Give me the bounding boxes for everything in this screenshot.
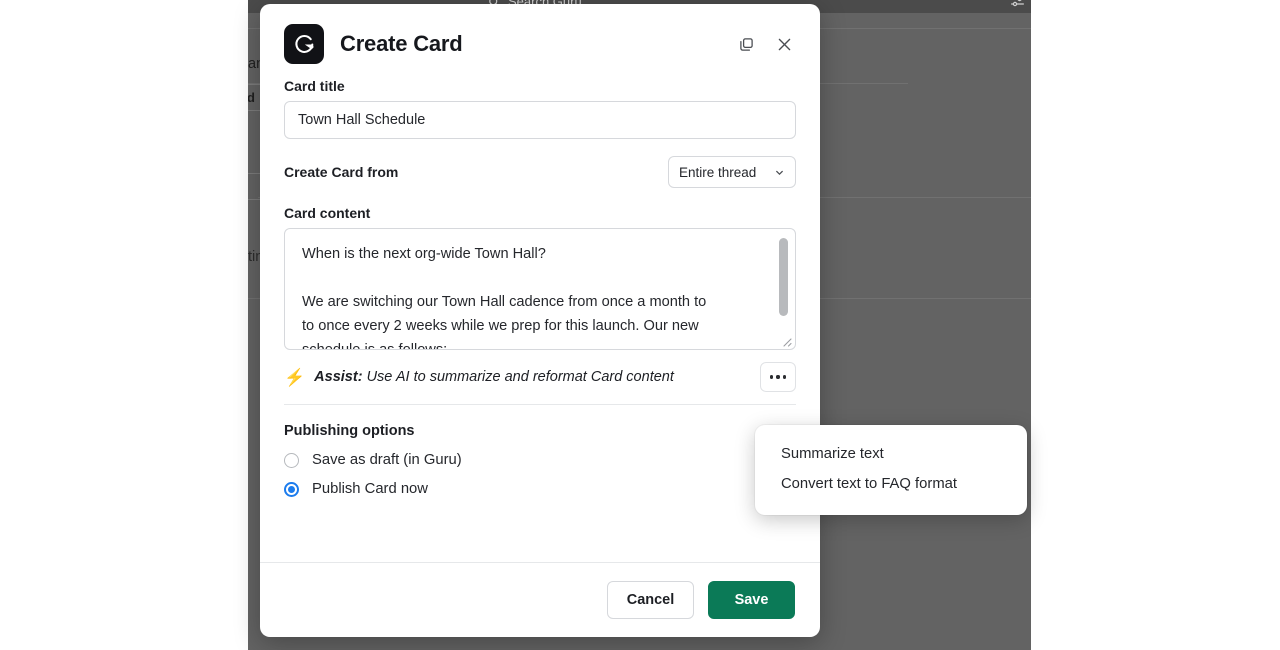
create-card-modal: Create Card Card title Cre xyxy=(260,4,1027,637)
card-title-input[interactable] xyxy=(284,101,796,139)
radio-label: Save as draft (in Guru) xyxy=(312,452,462,468)
modal-header: Create Card xyxy=(260,4,820,78)
radio-label: Publish Card now xyxy=(312,481,428,497)
assist-prefix: Assist: xyxy=(314,369,363,385)
create-card-from-value: Entire thread xyxy=(679,164,757,180)
vertical-scrollbar[interactable] xyxy=(779,232,792,348)
create-card-from-select-wrap: Entire thread xyxy=(668,156,796,188)
assist-popup-menu: Summarize text Convert text to FAQ forma… xyxy=(755,425,1027,515)
menu-item-summarize-text[interactable]: Summarize text xyxy=(755,439,1027,469)
cancel-button[interactable]: Cancel xyxy=(607,581,694,619)
scrollbar-thumb[interactable] xyxy=(779,238,788,316)
radio-save-as-draft[interactable]: Save as draft (in Guru) xyxy=(284,452,796,468)
create-card-from-select[interactable]: Entire thread xyxy=(668,156,796,188)
radio-icon[interactable] xyxy=(284,452,299,468)
dot xyxy=(782,375,787,379)
card-content-textarea[interactable]: When is the next org-wide Town Hall? We … xyxy=(285,229,779,349)
assist-description: Assist: Use AI to summarize and reformat… xyxy=(314,369,674,385)
guru-logo-icon xyxy=(284,24,324,64)
card-content-label: Card content xyxy=(284,205,371,221)
radio-icon-selected[interactable] xyxy=(284,481,299,497)
sliders-icon[interactable] xyxy=(1010,0,1025,14)
assist-text: Use AI to summarize and reformat Card co… xyxy=(366,369,674,385)
assist-row: ⚡ Assist: Use AI to summarize and reform… xyxy=(284,362,796,392)
create-card-from-label: Create Card from xyxy=(284,164,399,180)
ellipsis-icon[interactable] xyxy=(760,362,796,392)
screen: Search Guru annel. It helps to ... d xyxy=(0,0,1280,650)
modal-footer: Cancel Save xyxy=(260,562,820,637)
modal-body: Card title Create Card from Entire threa… xyxy=(260,78,820,497)
dot xyxy=(776,375,780,379)
chevron-down-icon xyxy=(774,167,785,178)
page-title: Create Card xyxy=(340,31,463,56)
save-button[interactable]: Save xyxy=(708,581,795,619)
duplicate-icon[interactable] xyxy=(734,32,758,56)
background-pill-label: d xyxy=(248,90,255,105)
create-card-from-row: Create Card from Entire thread xyxy=(284,156,796,188)
close-icon[interactable] xyxy=(772,32,796,56)
card-title-label: Card title xyxy=(284,78,345,94)
lightning-bolt-icon: ⚡ xyxy=(284,367,306,387)
publishing-options-title: Publishing options xyxy=(284,423,415,439)
menu-item-convert-to-faq[interactable]: Convert text to FAQ format xyxy=(755,469,1027,499)
section-divider xyxy=(284,404,796,405)
header-actions xyxy=(734,32,796,56)
resize-handle-icon[interactable] xyxy=(779,334,793,348)
card-content-textarea-wrap: When is the next org-wide Town Hall? We … xyxy=(284,228,796,350)
dot xyxy=(769,375,774,379)
radio-publish-now[interactable]: Publish Card now xyxy=(284,481,796,497)
